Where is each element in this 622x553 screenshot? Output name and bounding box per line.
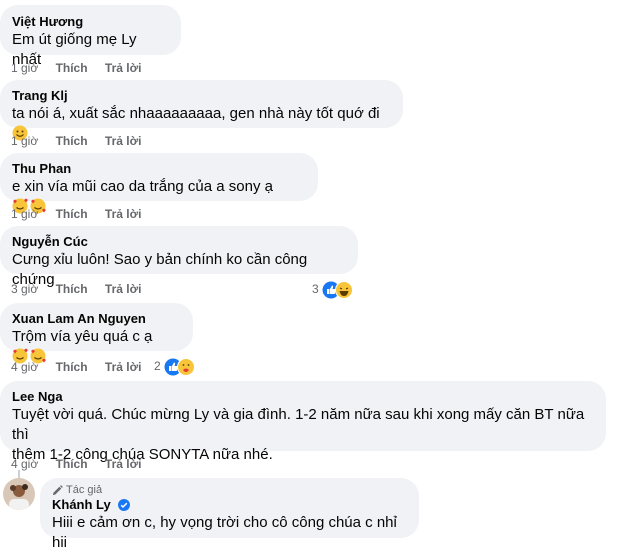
comment-bubble: Lee Nga Tuyệt vời quá. Chúc mừng Ly và g…: [0, 381, 606, 463]
comment-author[interactable]: Xuan Lam An Nguyen: [12, 311, 181, 327]
comment: Lee Nga Tuyệt vời quá. Chúc mừng Ly và g…: [0, 381, 606, 464]
comment-time[interactable]: 3 giờ: [11, 282, 38, 296]
reply-button[interactable]: Trả lời: [105, 282, 142, 296]
reply-button[interactable]: Trả lời: [105, 360, 142, 374]
profile-photo-icon: [3, 478, 35, 510]
reply-button[interactable]: Trả lời: [105, 134, 142, 148]
reply-button[interactable]: Trả lời: [105, 61, 142, 75]
reply-button[interactable]: Trả lời: [105, 207, 142, 221]
comment-bubble: Tác giả Khánh Ly Hiii e cảm ơn c, hy vọn…: [40, 478, 419, 551]
pencil-icon: [52, 484, 63, 495]
like-care-reaction-icon: [164, 357, 196, 376]
comment: Nguyễn Cúc Cưng xỉu luôn! Sao y bản chín…: [0, 226, 358, 289]
reaction-count: 3: [312, 282, 319, 296]
like-button[interactable]: Thích: [56, 360, 88, 374]
comment-author[interactable]: Nguyễn Cúc: [12, 234, 346, 250]
like-button[interactable]: Thích: [56, 61, 88, 75]
comment-time[interactable]: 4 giờ: [11, 457, 38, 471]
comment-time[interactable]: 1 giờ: [11, 61, 38, 75]
comment-actions: 1 giờ Thích Trả lời: [11, 206, 155, 222]
like-button[interactable]: Thích: [56, 282, 88, 296]
comment-bubble: Trang Klj ta nói á, xuất sắc nhaaaaaaaaa…: [0, 80, 403, 141]
like-haha-reaction-icon: [322, 280, 354, 299]
comment-time[interactable]: 4 giờ: [11, 360, 38, 374]
comment-author[interactable]: Thu Phan: [12, 161, 306, 177]
like-button[interactable]: Thích: [56, 457, 88, 471]
comment-text: Hiii e cảm ơn c, hy vọng trời cho cô côn…: [52, 514, 397, 551]
avatar[interactable]: [3, 478, 35, 510]
author-badge-label: Tác giả: [66, 484, 103, 496]
verified-badge-icon: [118, 499, 131, 511]
comment-time[interactable]: 1 giờ: [11, 207, 38, 221]
comment-actions: 1 giờ Thích Trả lời: [11, 60, 155, 76]
like-button[interactable]: Thích: [56, 134, 88, 148]
comment-actions: 4 giờ Thích Trả lời: [11, 359, 155, 375]
comment-bubble: Xuan Lam An Nguyen Trộm vía yêu quá c ạ: [0, 303, 193, 364]
comment-author[interactable]: Khánh Ly: [52, 497, 407, 513]
reaction-summary[interactable]: 2: [150, 356, 199, 376]
reply-button[interactable]: Trả lời: [105, 457, 142, 471]
comment-time[interactable]: 1 giờ: [11, 134, 38, 148]
comment-text-line: Tuyệt vời quá. Chúc mừng Ly và gia đình.…: [12, 406, 585, 443]
comment-author[interactable]: Lee Nga: [12, 389, 594, 405]
comment-author[interactable]: Việt Hương: [12, 14, 169, 30]
author-badge: Tác giả: [52, 483, 407, 497]
comment-actions: 1 giờ Thích Trả lời: [11, 133, 155, 149]
comment-author-name[interactable]: Khánh Ly: [52, 497, 111, 512]
comment-bubble: Thu Phan e xin vía mũi cao da trắng của …: [0, 153, 318, 214]
comment-bubble: Nguyễn Cúc Cưng xỉu luôn! Sao y bản chín…: [0, 226, 358, 288]
reaction-summary[interactable]: 3: [308, 279, 357, 299]
like-button[interactable]: Thích: [56, 207, 88, 221]
comment-actions: 3 giờ Thích Trả lời: [11, 281, 155, 297]
comment-author[interactable]: Trang Klj: [12, 88, 391, 104]
comment-bubble: Việt Hương Em út giống mẹ Ly nhất: [0, 5, 181, 68]
